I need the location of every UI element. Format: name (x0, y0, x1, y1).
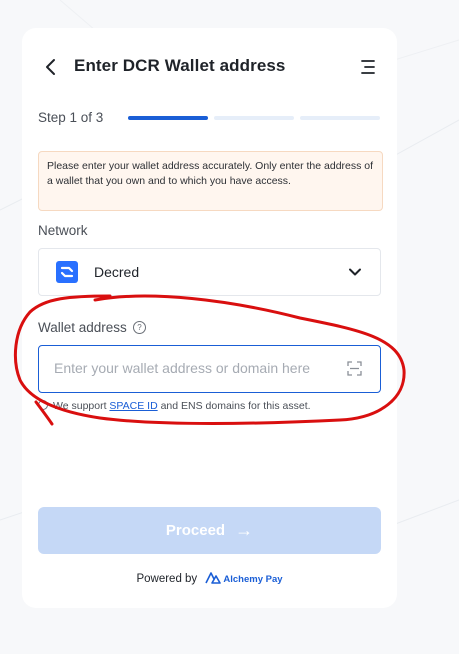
alchemy-pay-brand[interactable]: Alchemy Pay (223, 574, 282, 585)
wallet-address-input[interactable] (54, 358, 334, 378)
header: Enter DCR Wallet address (22, 52, 397, 82)
menu-icon[interactable] (359, 57, 377, 77)
step-bar-2 (214, 116, 294, 120)
network-select[interactable]: Decred (38, 248, 381, 296)
space-id-link[interactable]: SPACE ID (109, 400, 157, 412)
chevron-left-icon[interactable] (40, 55, 62, 79)
alchemy-pay-logo-icon (205, 572, 222, 584)
domain-support-note: We support SPACE ID and ENS domains for … (38, 400, 311, 412)
arrow-right-icon: → (235, 520, 254, 540)
decred-icon (56, 261, 78, 283)
network-selected-value: Decred (94, 264, 140, 280)
wallet-address-field (38, 345, 381, 393)
support-suffix: and ENS domains for this asset. (157, 400, 311, 412)
step-indicator-label: Step 1 of 3 (38, 110, 104, 125)
info-icon (38, 400, 48, 410)
chevron-down-icon (349, 268, 361, 276)
powered-by-footer: Powered by Alchemy Pay (22, 572, 397, 585)
powered-by-label: Powered by (136, 573, 198, 585)
warning-notice: Please enter your wallet address accurat… (38, 151, 383, 211)
proceed-button[interactable]: Proceed → (38, 507, 381, 554)
support-prefix: We support (53, 400, 110, 412)
step-bar-1 (128, 116, 208, 120)
page-title: Enter DCR Wallet address (74, 56, 286, 75)
step-bar-3 (300, 116, 380, 120)
scan-qr-icon[interactable] (347, 361, 362, 376)
wallet-address-label: Wallet address (38, 320, 127, 335)
wallet-address-card: Enter DCR Wallet address Step 1 of 3 Ple… (22, 28, 397, 608)
network-label: Network (38, 223, 88, 238)
proceed-label: Proceed (165, 522, 226, 539)
help-icon[interactable]: ? (133, 321, 146, 334)
